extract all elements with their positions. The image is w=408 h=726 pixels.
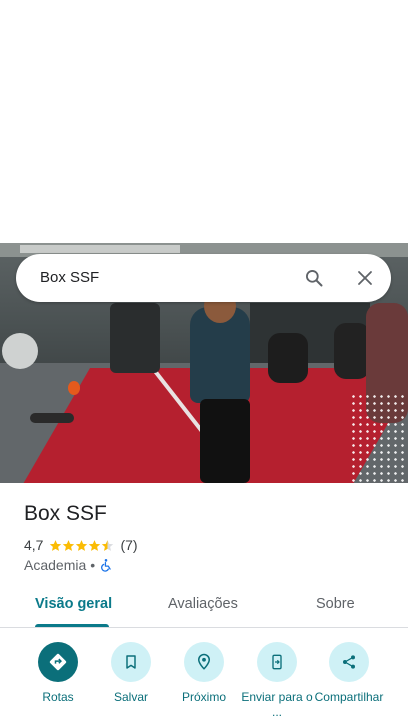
photo-machine <box>2 333 38 369</box>
photo-rower <box>110 303 160 373</box>
share-button[interactable]: Compartilhar <box>309 642 389 705</box>
photo-bench <box>30 413 74 423</box>
rating-value: 4,7 <box>24 537 44 553</box>
share-icon <box>329 642 369 682</box>
photo-person <box>334 323 370 379</box>
place-category: Academia <box>24 557 87 573</box>
tab-about[interactable]: Sobre <box>316 596 355 612</box>
photo-person <box>268 333 308 383</box>
photo-runner-legs <box>200 399 250 483</box>
action-bar: Rotas Salvar Próximo Enviar para o ... C… <box>0 642 408 726</box>
star-icon <box>50 539 62 551</box>
directions-icon <box>38 642 78 682</box>
star-icon <box>63 539 75 551</box>
map-blank-area <box>0 0 408 243</box>
save-label: Salvar <box>113 690 148 704</box>
photo-kettlebell <box>68 381 80 395</box>
star-icon <box>89 539 101 551</box>
tab-reviews[interactable]: Avaliações <box>168 596 238 612</box>
rating-stars <box>49 539 114 552</box>
photo-beam <box>20 245 180 253</box>
tab-active-indicator <box>35 624 109 627</box>
directions-label: Rotas <box>42 690 74 704</box>
directions-button[interactable]: Rotas <box>18 642 98 705</box>
star-half-icon <box>102 539 114 551</box>
star-icon <box>76 539 88 551</box>
separator: • <box>90 557 96 573</box>
search-bar[interactable]: Box SSF <box>16 254 391 302</box>
photo-dot-pattern <box>350 393 408 483</box>
place-title: Box SSF <box>24 502 107 525</box>
rating-row[interactable]: 4,7 (7) <box>24 536 138 554</box>
close-icon[interactable] <box>351 264 379 292</box>
send-to-phone-label: Enviar para o ... <box>241 690 313 719</box>
search-icon[interactable] <box>300 264 328 292</box>
send-to-phone-button[interactable]: Enviar para o ... <box>237 642 317 720</box>
nearby-label: Próximo <box>181 690 226 704</box>
tab-bar: Visão geral Avaliações Sobre <box>0 588 408 628</box>
category-row: Academia • <box>24 556 113 574</box>
review-count[interactable]: (7) <box>120 537 137 553</box>
send-to-phone-icon <box>257 642 297 682</box>
search-input[interactable]: Box SSF <box>40 269 99 286</box>
wheelchair-icon <box>101 559 111 572</box>
tab-overview[interactable]: Visão geral <box>35 596 112 612</box>
save-button[interactable]: Salvar <box>91 642 171 705</box>
bookmark-icon <box>111 642 151 682</box>
nearby-button[interactable]: Próximo <box>164 642 244 705</box>
nearby-icon <box>184 642 224 682</box>
share-label: Compartilhar <box>314 690 384 704</box>
